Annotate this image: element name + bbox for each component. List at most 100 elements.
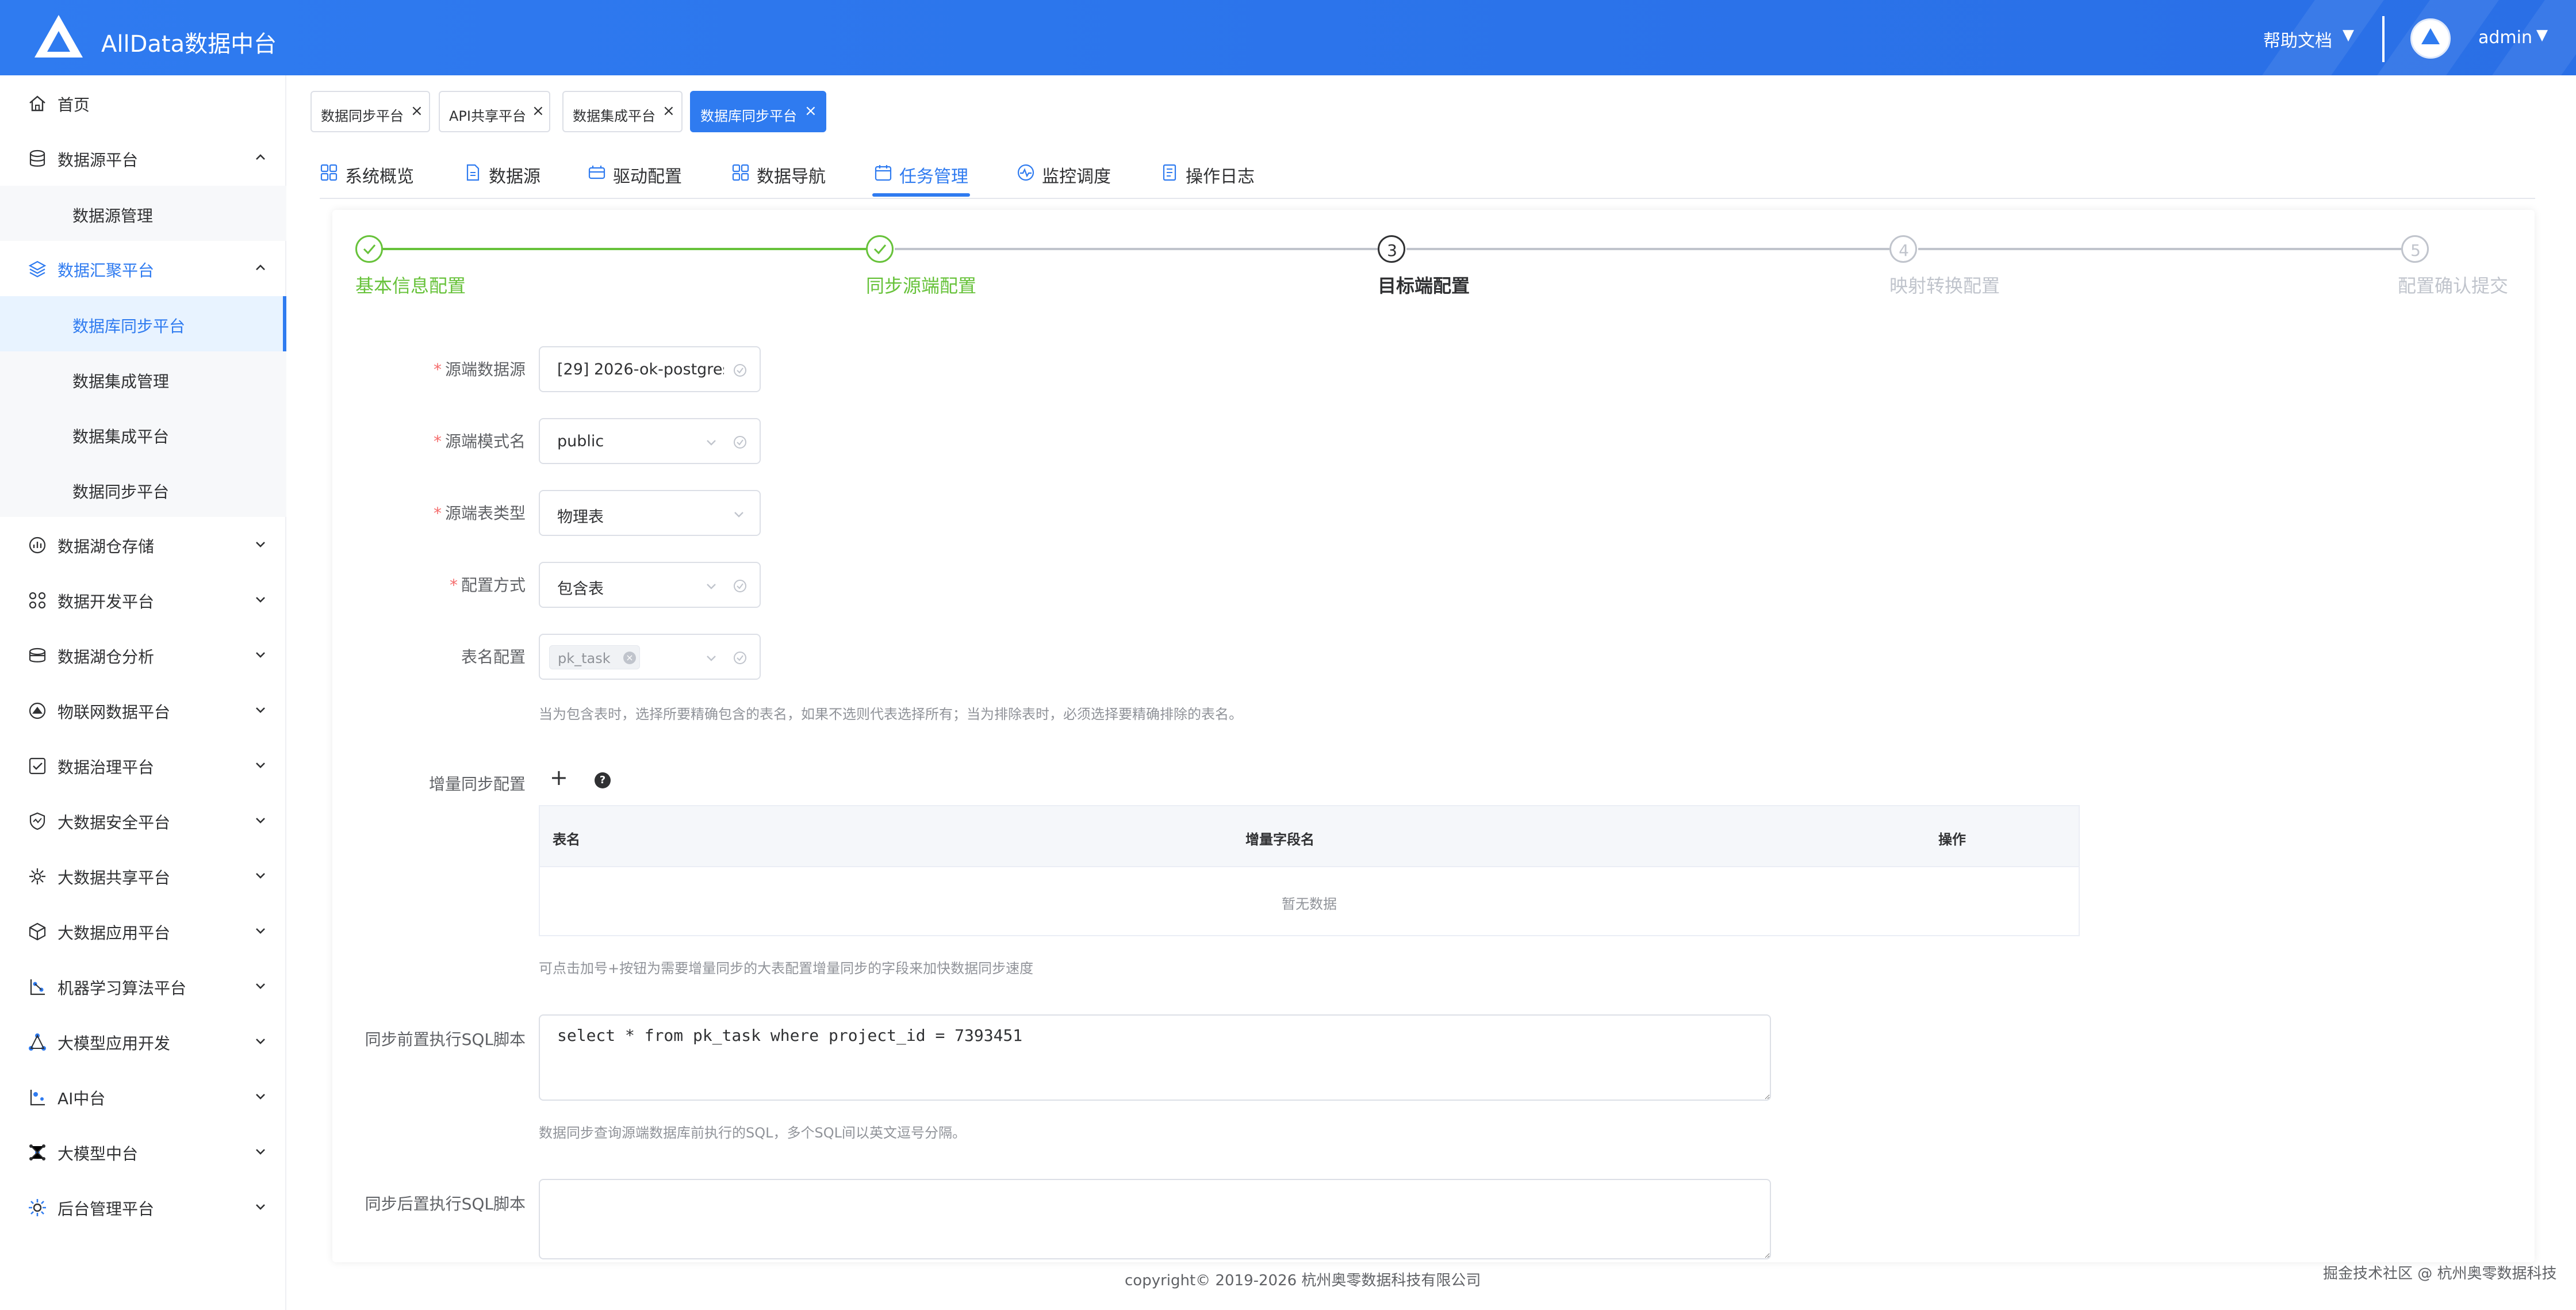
active-tab-indicator [872, 193, 970, 197]
table-type-label: * 源端表类型 [433, 504, 526, 523]
post-sql-textarea[interactable] [539, 1179, 1771, 1259]
chevron-up-icon [256, 154, 265, 160]
close-icon[interactable]: × [662, 102, 675, 120]
sidebar-item-model-app-dev[interactable]: 大模型应用开发 [0, 1014, 286, 1069]
user-name[interactable]: admin [2478, 28, 2532, 48]
help-icon[interactable]: ? [595, 772, 611, 788]
tab-operation-log[interactable]: 操作日志 [1160, 162, 1270, 197]
tab-datasource[interactable]: 数据源 [463, 162, 550, 197]
sidebar-item-lakehouse-storage[interactable]: 数据湖仓存储 [0, 517, 286, 572]
tab-driver-config[interactable]: 驱动配置 [588, 162, 697, 197]
chevron-down-icon [256, 1039, 265, 1044]
tabs-divider [320, 198, 2535, 199]
visited-tab-data-sync[interactable]: 数据同步平台 × [310, 91, 430, 132]
step-number: 5 [2410, 241, 2421, 260]
tab-label: 数据导航 [757, 167, 826, 187]
chevron-down-icon [734, 512, 743, 518]
incr-table: 表名 增量字段名 操作 暂无数据 [539, 805, 2080, 936]
post-sql-label: 同步后置执行SQL脚本 [365, 1194, 526, 1213]
tab-task-manage[interactable]: 任务管理 [874, 162, 983, 197]
table-type-select[interactable]: 物理表 [539, 490, 761, 536]
table-tag[interactable]: pk_task × [549, 645, 640, 669]
model-icon [29, 1144, 45, 1160]
close-icon[interactable]: × [411, 102, 423, 120]
help-docs-link[interactable]: 帮助文档 [2263, 26, 2332, 52]
visited-tab-api-share[interactable]: API共享平台 × [439, 91, 550, 132]
sidebar-item-governance-platform[interactable]: 数据治理平台 [0, 738, 286, 793]
visited-tab-label: API共享平台 [449, 108, 526, 124]
sidebar-item-share-platform[interactable]: 大数据共享平台 [0, 848, 286, 903]
sidebar-item-converge-platform[interactable]: 数据汇聚平台 [0, 241, 286, 296]
grid-icon [732, 164, 749, 181]
sidebar-item-admin-platform[interactable]: 后台管理平台 [0, 1179, 286, 1235]
sidebar-item-dev-platform[interactable]: 数据开发平台 [0, 572, 286, 627]
sidebar-item-label: AI中台 [57, 1089, 106, 1108]
step-connector-done [383, 248, 866, 250]
caret-down-icon[interactable]: ▼ [2536, 26, 2548, 44]
app-title: AllData数据中台 [101, 31, 277, 58]
tab-label: 监控调度 [1042, 167, 1111, 187]
select-value: [29] 2026-ok-postgresql [557, 361, 724, 378]
check-circle-icon [734, 436, 746, 449]
tab-label: 数据源 [489, 167, 540, 187]
caret-down-icon[interactable]: ▼ [2343, 26, 2354, 44]
avatar[interactable] [2410, 18, 2451, 59]
sidebar-item-home[interactable]: 首页 [0, 75, 286, 131]
sidebar-item-model-platform[interactable]: 大模型中台 [0, 1124, 286, 1179]
chevron-down-icon [256, 1149, 265, 1155]
sidebar-item-application-platform[interactable]: 大数据应用平台 [0, 903, 286, 959]
file-icon [466, 164, 480, 181]
sidebar-subitem-label: 数据库同步平台 [72, 317, 186, 336]
tag-close-icon[interactable]: × [623, 652, 636, 664]
chevron-down-icon [707, 584, 716, 589]
chevron-down-icon [256, 652, 265, 658]
visited-tab-db-sync[interactable]: 数据库同步平台 × [690, 91, 826, 132]
chevron-down-icon [256, 1204, 265, 1210]
check-icon [363, 244, 376, 255]
sidebar-item-iot-platform[interactable]: 物联网数据平台 [0, 683, 286, 738]
driver-icon [588, 166, 605, 179]
close-icon[interactable]: × [532, 102, 545, 120]
sidebar-subitem-integration-platform[interactable]: 数据集成平台 [0, 407, 286, 462]
select-value: 物理表 [557, 508, 604, 526]
sidebar-item-label: 物联网数据平台 [57, 703, 171, 722]
sidebar-subitem-db-sync[interactable]: 数据库同步平台 [0, 296, 286, 351]
governance-icon [29, 757, 46, 775]
source-db-select[interactable]: [29] 2026-ok-postgresql [539, 346, 761, 392]
close-icon[interactable]: × [804, 102, 817, 120]
sidebar-item-ml-platform[interactable]: 机器学习算法平台 [0, 959, 286, 1014]
config-mode-select[interactable]: 包含表 [539, 562, 761, 608]
sidebar-item-label: 数据源平台 [57, 151, 139, 170]
sidebar: 首页 数据源平台 数据源管理 数据汇聚平台 数据库同步平台 数据集成管理 数据集… [0, 75, 286, 1310]
config-mode-label: * 配置方式 [449, 576, 526, 595]
sidebar-item-label: 大数据共享平台 [57, 868, 171, 887]
step-1-circle [355, 235, 383, 263]
step-number: 3 [1387, 241, 1397, 260]
ml-icon [30, 979, 45, 995]
step-4-circle: 4 [1889, 235, 1917, 263]
pre-sql-textarea[interactable]: select * from pk_task where project_id =… [539, 1014, 1771, 1101]
sidebar-item-label: 大模型中台 [57, 1144, 139, 1163]
schema-select[interactable]: public [539, 418, 761, 464]
column-header-table-name: 表名 [553, 832, 580, 848]
sidebar-item-lakehouse-analysis[interactable]: 数据湖仓分析 [0, 627, 286, 683]
sidebar-item-security-platform[interactable]: 大数据安全平台 [0, 793, 286, 848]
tab-system-overview[interactable]: 系统概览 [320, 162, 435, 197]
share-icon [29, 868, 45, 884]
tab-data-nav[interactable]: 数据导航 [731, 162, 841, 197]
sidebar-item-label: 数据开发平台 [57, 592, 155, 611]
step-connector [895, 248, 1378, 250]
tab-monitor-schedule[interactable]: 监控调度 [1017, 162, 1126, 197]
sidebar-subitem-sync-platform[interactable]: 数据同步平台 [0, 462, 286, 517]
sidebar-item-ai-platform[interactable]: AI中台 [0, 1069, 286, 1124]
table-name-select[interactable]: pk_task × [539, 634, 761, 680]
chevron-down-icon [256, 597, 265, 603]
step-5-label: 配置确认提交 [2398, 275, 2509, 297]
step-1-label: 基本信息配置 [355, 275, 466, 297]
sidebar-subitem-integration-manage[interactable]: 数据集成管理 [0, 351, 286, 407]
visited-tab-integration[interactable]: 数据集成平台 × [562, 91, 683, 132]
add-icon[interactable]: + [550, 765, 568, 790]
sidebar-subitem-datasource-manage[interactable]: 数据源管理 [0, 186, 286, 241]
check-icon [873, 244, 887, 255]
sidebar-item-datasource-platform[interactable]: 数据源平台 [0, 131, 286, 186]
